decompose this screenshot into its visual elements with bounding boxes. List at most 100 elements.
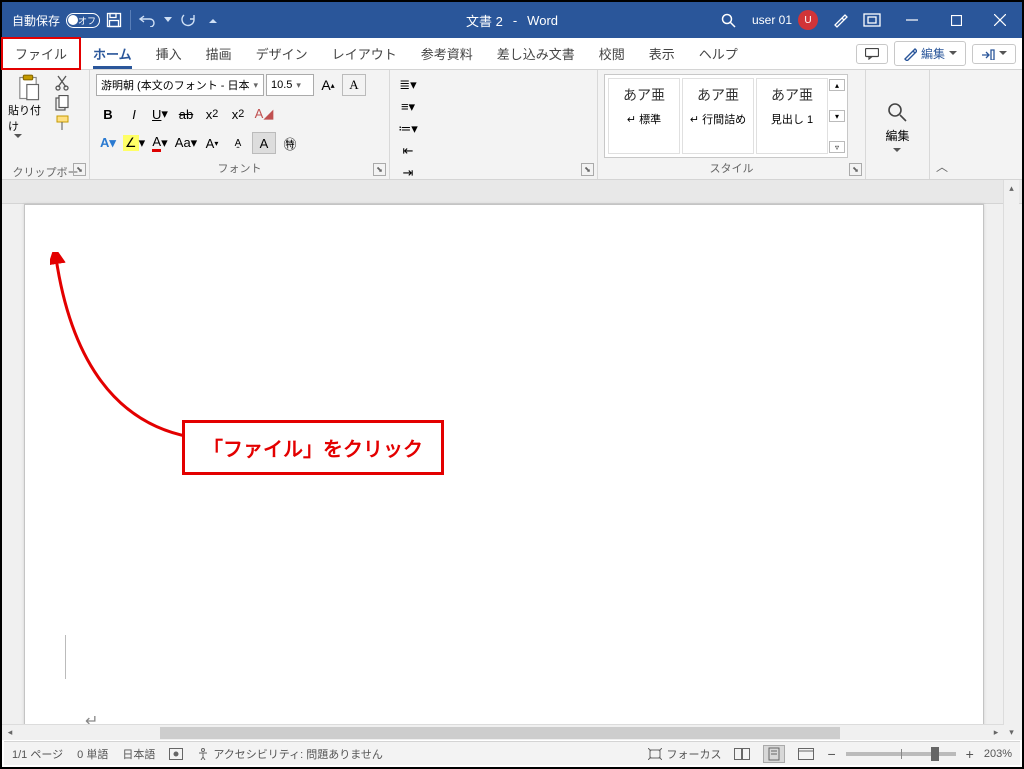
- font-color-icon[interactable]: A▾: [148, 132, 172, 154]
- editing-mode-button[interactable]: 編集: [894, 41, 966, 66]
- word-count[interactable]: 0 単語: [77, 746, 108, 762]
- tab-review[interactable]: 校閲: [587, 38, 637, 69]
- share-button[interactable]: [972, 44, 1016, 64]
- styles-scroll-down-icon[interactable]: ▾: [829, 110, 845, 122]
- redo-icon[interactable]: [175, 6, 203, 34]
- font-name-combo[interactable]: 游明朝 (本文のフォント - 日本▾: [96, 74, 264, 96]
- ribbon-tabs: ファイル ホーム 挿入 描画 デザイン レイアウト 参考資料 差し込み文書 校閲…: [2, 38, 1022, 70]
- tab-home[interactable]: ホーム: [81, 38, 144, 69]
- ribbon: 貼り付け クリップボード ⬊ 游明朝 (本文のフォント - 日本▾ 10.5▾ …: [2, 70, 1022, 180]
- change-case-icon[interactable]: Aa▾: [174, 132, 198, 154]
- text-effects-icon[interactable]: A▾: [96, 132, 120, 154]
- minimize-button[interactable]: [890, 2, 934, 38]
- zoom-slider[interactable]: [846, 752, 956, 756]
- styles-more-icon[interactable]: ▿: [829, 141, 845, 153]
- superscript-button[interactable]: x2: [226, 103, 250, 125]
- tab-file[interactable]: ファイル: [1, 37, 81, 70]
- eyedropper-icon[interactable]: [826, 6, 854, 34]
- bold-button[interactable]: B: [96, 103, 120, 125]
- numbering-icon[interactable]: ≡▾: [396, 96, 420, 118]
- macro-icon[interactable]: [169, 748, 183, 760]
- italic-button[interactable]: I: [122, 103, 146, 125]
- group-styles: あア亜 ↵ 標準 あア亜 ↵ 行間詰め あア亜 見出し 1 ▴ ▾ ▿ スタイル: [598, 70, 866, 179]
- dialog-launcher-icon[interactable]: ⬊: [581, 163, 594, 176]
- focus-mode[interactable]: フォーカス: [648, 746, 721, 762]
- scroll-down-icon[interactable]: ▾: [1004, 724, 1019, 740]
- clear-format-icon[interactable]: A◢: [252, 103, 276, 125]
- tab-insert[interactable]: 挿入: [144, 38, 194, 69]
- collapse-ribbon-icon[interactable]: ︿: [930, 70, 954, 179]
- style-heading1[interactable]: あア亜 見出し 1: [756, 78, 828, 154]
- print-layout-icon[interactable]: [763, 745, 785, 763]
- zoom-out-button[interactable]: −: [827, 746, 835, 762]
- dialog-launcher-icon[interactable]: ⬊: [849, 163, 862, 176]
- bullets-icon[interactable]: ≣▾: [396, 74, 420, 96]
- window-title: 文書 2 - Word: [466, 11, 558, 30]
- search-icon[interactable]: [714, 13, 744, 28]
- page[interactable]: ↵: [24, 204, 984, 734]
- highlight-icon[interactable]: ∠▾: [122, 132, 146, 154]
- horizontal-scrollbar[interactable]: ◂ ▸: [2, 724, 1004, 740]
- styles-scroll-up-icon[interactable]: ▴: [829, 79, 845, 91]
- multilevel-icon[interactable]: ≔▾: [396, 118, 420, 140]
- find-button[interactable]: 編集: [875, 95, 919, 159]
- zoom-level[interactable]: 203%: [984, 748, 1012, 760]
- dialog-launcher-icon[interactable]: ⬊: [73, 163, 86, 176]
- comments-button[interactable]: [856, 44, 888, 64]
- scroll-left-icon[interactable]: ◂: [2, 725, 18, 740]
- undo-icon[interactable]: [133, 6, 161, 34]
- read-mode-icon[interactable]: [731, 745, 753, 763]
- tab-view[interactable]: 表示: [637, 38, 687, 69]
- close-button[interactable]: [978, 2, 1022, 38]
- ruby-icon[interactable]: A: [342, 74, 366, 96]
- char-shading-icon[interactable]: A: [252, 132, 276, 154]
- scroll-up-icon[interactable]: ▴: [1004, 180, 1019, 196]
- accessibility-status[interactable]: アクセシビリティ: 問題ありません: [197, 746, 383, 762]
- font-size-combo[interactable]: 10.5▾: [266, 74, 314, 96]
- cut-icon[interactable]: [52, 74, 72, 92]
- tab-layout[interactable]: レイアウト: [320, 38, 409, 69]
- style-normal[interactable]: あア亜 ↵ 標準: [608, 78, 680, 154]
- language-status[interactable]: 日本語: [122, 746, 155, 762]
- tab-draw[interactable]: 描画: [194, 38, 244, 69]
- grow-font-icon[interactable]: A▴: [316, 74, 340, 96]
- enclose-char-icon[interactable]: ㊕: [278, 132, 302, 154]
- group-paragraph: ≣▾ ≡▾ ≔▾ ⇤ ⇥ ≡ ☰ ≡ ≣ ☳ ↕≡▾ ◪▾ ⊞▾ ✕▾ A↓ ¶: [390, 70, 598, 179]
- annotation-callout: 「ファイル」をクリック: [182, 420, 444, 475]
- char-scale-icon[interactable]: A̭: [226, 132, 250, 154]
- tab-references[interactable]: 参考資料: [409, 38, 485, 69]
- account-button[interactable]: user 01 U: [744, 10, 826, 30]
- format-painter-icon[interactable]: [52, 114, 72, 132]
- web-layout-icon[interactable]: [795, 745, 817, 763]
- paste-button[interactable]: 貼り付け: [8, 74, 48, 162]
- undo-dropdown-icon[interactable]: [161, 6, 175, 34]
- save-icon[interactable]: [100, 6, 128, 34]
- autosave-toggle[interactable]: 自動保存 オフ: [12, 12, 100, 29]
- scroll-right-icon[interactable]: ▸: [988, 725, 1004, 740]
- styles-gallery[interactable]: あア亜 ↵ 標準 あア亜 ↵ 行間詰め あア亜 見出し 1 ▴ ▾ ▿: [604, 74, 848, 158]
- document-area: ↵ 「ファイル」をクリック ▴ ▾ ◂ ▸: [2, 180, 1022, 740]
- tab-help[interactable]: ヘルプ: [687, 38, 750, 69]
- maximize-button[interactable]: [934, 2, 978, 38]
- style-no-spacing[interactable]: あア亜 ↵ 行間詰め: [682, 78, 754, 154]
- underline-button[interactable]: U▾: [148, 103, 172, 125]
- zoom-in-button[interactable]: +: [966, 746, 974, 762]
- strikethrough-button[interactable]: ab: [174, 103, 198, 125]
- tab-design[interactable]: デザイン: [244, 38, 320, 69]
- ribbon-display-icon[interactable]: [854, 6, 890, 34]
- vertical-scrollbar[interactable]: ▴ ▾: [1003, 180, 1019, 740]
- scroll-thumb[interactable]: [160, 727, 840, 739]
- tab-mailings[interactable]: 差し込み文書: [485, 38, 587, 69]
- subscript-button[interactable]: x2: [200, 103, 224, 125]
- group-label: スタイル: [604, 158, 859, 179]
- chevron-down-icon: [949, 51, 957, 56]
- copy-icon[interactable]: [52, 94, 72, 112]
- toggle-switch[interactable]: オフ: [66, 13, 100, 28]
- page-count[interactable]: 1/1 ページ: [12, 746, 63, 762]
- ruler: [2, 180, 1022, 204]
- title-bar: 自動保存 オフ 文書 2 - Word user 01 U: [2, 2, 1022, 38]
- qat-customize-icon[interactable]: [203, 6, 223, 34]
- shrink-font-icon[interactable]: A▾: [200, 132, 224, 154]
- decrease-indent-icon[interactable]: ⇤: [396, 140, 420, 162]
- dialog-launcher-icon[interactable]: ⬊: [373, 163, 386, 176]
